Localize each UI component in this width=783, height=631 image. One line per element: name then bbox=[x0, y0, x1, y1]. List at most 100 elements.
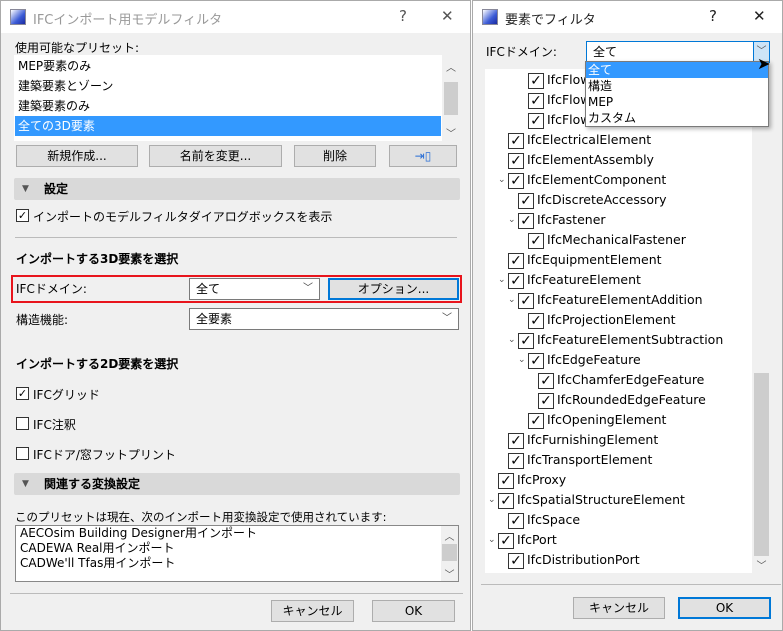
tree-item[interactable]: ✓ IfcDiscreteAccessory bbox=[518, 190, 667, 210]
tree-item[interactable]: ✓ IfcSpace bbox=[508, 510, 580, 530]
dropdown-option[interactable]: 全て bbox=[586, 62, 768, 78]
tree-item[interactable]: ⌄ ✓ IfcFeatureElement bbox=[498, 270, 641, 290]
tree-item[interactable]: ✓ IfcEquipmentElement bbox=[508, 250, 662, 270]
expand-chevron-icon[interactable]: ⌄ bbox=[508, 330, 516, 350]
tree-item[interactable]: ✓ IfcTransportElement bbox=[508, 450, 652, 470]
tree-checkbox[interactable]: ✓ bbox=[518, 212, 534, 229]
show-dialog-checkbox[interactable]: ✓ bbox=[16, 209, 29, 222]
tree-checkbox[interactable]: ✓ bbox=[508, 252, 524, 269]
structure-function-select[interactable]: 全要素 ﹀ bbox=[189, 308, 459, 330]
tree-checkbox[interactable]: ✓ bbox=[498, 492, 514, 509]
ok-button[interactable]: OK bbox=[372, 600, 455, 622]
tree-item[interactable]: ⌄ ✓ IfcPort bbox=[488, 530, 557, 550]
ifc-door-footprint-checkbox[interactable] bbox=[16, 447, 29, 460]
tree-item[interactable]: ⌄ ✓ IfcFastener bbox=[508, 210, 606, 230]
tree-item[interactable]: ✓ IfcOpeningElement bbox=[528, 410, 666, 430]
help-button[interactable]: ? bbox=[399, 7, 407, 25]
expand-chevron-icon[interactable]: ⌄ bbox=[498, 170, 506, 190]
tree-item[interactable]: ✓ IfcMechanicalFastener bbox=[528, 230, 686, 250]
expand-chevron-icon[interactable]: ⌄ bbox=[508, 290, 516, 310]
preset-item[interactable]: 建築要素のみ bbox=[15, 96, 441, 116]
tree-checkbox[interactable]: ✓ bbox=[528, 92, 544, 109]
tree-item[interactable]: ✓ IfcFlow bbox=[528, 110, 591, 130]
tree-checkbox[interactable]: ✓ bbox=[528, 312, 544, 329]
tree-item[interactable]: ⌄ ✓ IfcEdgeFeature bbox=[518, 350, 641, 370]
expand-chevron-icon[interactable]: ⌄ bbox=[488, 490, 496, 510]
tree-checkbox[interactable]: ✓ bbox=[508, 272, 524, 289]
tree-item[interactable]: ✓ IfcFlow bbox=[528, 90, 591, 110]
element-tree[interactable]: ✓ IfcDistributionPort ⌄ ✓ IfcPort ✓ IfcSpace ⌄ ✓… bbox=[485, 69, 771, 573]
scroll-down-icon[interactable]: ﹀ bbox=[442, 125, 460, 140]
scroll-down-icon[interactable]: ﹀ bbox=[441, 566, 458, 581]
ifc-grid-checkbox[interactable]: ✓ bbox=[16, 387, 29, 400]
tree-checkbox[interactable]: ✓ bbox=[538, 372, 554, 389]
preset-item-selected[interactable]: 全ての3D要素 bbox=[15, 116, 441, 136]
expand-chevron-icon[interactable]: ⌄ bbox=[508, 210, 516, 230]
ifc-domain-dropdown-list[interactable]: 全て 構造 MEP カスタム bbox=[585, 61, 769, 127]
cancel-button[interactable]: キャンセル bbox=[271, 600, 354, 622]
tree-checkbox[interactable]: ✓ bbox=[518, 192, 534, 209]
tree-checkbox[interactable]: ✓ bbox=[528, 112, 544, 129]
tree-item[interactable]: ⌄ ✓ IfcFeatureElementSubtraction bbox=[508, 330, 723, 350]
rename-preset-button[interactable]: 名前を変更... bbox=[149, 145, 282, 167]
tree-item[interactable]: ⌄ ✓ IfcSpatialStructureElement bbox=[488, 490, 685, 510]
scroll-thumb[interactable] bbox=[442, 544, 457, 561]
ifc-annotation-checkbox[interactable] bbox=[16, 417, 29, 430]
tree-checkbox[interactable]: ✓ bbox=[538, 392, 554, 409]
tree-checkbox[interactable]: ✓ bbox=[498, 532, 514, 549]
tree-checkbox[interactable]: ✓ bbox=[508, 432, 524, 449]
tree-checkbox[interactable]: ✓ bbox=[508, 132, 524, 149]
tree-checkbox[interactable]: ✓ bbox=[508, 452, 524, 469]
options-button[interactable]: オプション... bbox=[328, 278, 459, 300]
scroll-thumb[interactable] bbox=[754, 373, 769, 556]
scroll-up-icon[interactable]: ︿ bbox=[441, 528, 458, 543]
tree-checkbox[interactable]: ✓ bbox=[508, 552, 524, 569]
preset-item[interactable]: MEP要素のみ bbox=[15, 56, 441, 76]
cancel-button[interactable]: キャンセル bbox=[573, 597, 665, 619]
ifc-domain-select[interactable]: 全て ﹀ bbox=[586, 41, 770, 63]
related-section-header[interactable]: ▼ 関連する変換設定 bbox=[14, 473, 460, 495]
delete-preset-button[interactable]: 削除 bbox=[294, 145, 376, 167]
dropdown-option[interactable]: 構造 bbox=[586, 78, 768, 94]
tree-item[interactable]: ✓ IfcDistributionPort bbox=[508, 550, 640, 570]
related-scrollbar[interactable]: ︿ ﹀ bbox=[441, 526, 458, 581]
tree-item[interactable]: ✓ IfcProxy bbox=[498, 470, 566, 490]
related-list[interactable]: AECOsim Building Designer用インポート CADEWA R… bbox=[15, 525, 459, 582]
expand-chevron-icon[interactable]: ⌄ bbox=[518, 350, 526, 370]
scroll-thumb[interactable] bbox=[444, 82, 458, 115]
preset-item[interactable]: 建築要素とゾーン bbox=[15, 76, 441, 96]
import-preset-button[interactable]: ⇥▯ bbox=[389, 145, 457, 167]
presets-list[interactable]: MEP要素のみ 建築要素とゾーン 建築要素のみ 全ての3D要素 ︿ ﹀ bbox=[14, 55, 460, 141]
related-item[interactable]: CADWe'll Tfas用インポート bbox=[17, 556, 175, 571]
tree-checkbox[interactable]: ✓ bbox=[528, 232, 544, 249]
tree-item[interactable]: ⌄ ✓ IfcFeatureElementAddition bbox=[508, 290, 703, 310]
tree-checkbox[interactable]: ✓ bbox=[508, 172, 524, 189]
tree-item[interactable]: ✓ IfcFurnishingElement bbox=[508, 430, 658, 450]
presets-scrollbar[interactable]: ︿ ﹀ bbox=[442, 55, 460, 141]
related-item[interactable]: CADEWA Real用インポート bbox=[17, 541, 175, 556]
ok-button[interactable]: OK bbox=[678, 597, 771, 619]
tree-item[interactable]: ✓ IfcProjectionElement bbox=[528, 310, 676, 330]
tree-item[interactable]: ✓ IfcElectricalElement bbox=[508, 130, 651, 150]
tree-checkbox[interactable]: ✓ bbox=[498, 472, 514, 489]
tree-item[interactable]: ✓ IfcChamferEdgeFeature bbox=[538, 370, 704, 390]
tree-item[interactable]: ✓ IfcElementAssembly bbox=[508, 150, 654, 170]
tree-checkbox[interactable]: ✓ bbox=[528, 352, 544, 369]
related-item[interactable]: AECOsim Building Designer用インポート bbox=[17, 526, 257, 541]
tree-item[interactable]: ⌄ ✓ IfcElementComponent bbox=[498, 170, 666, 190]
tree-checkbox[interactable]: ✓ bbox=[508, 152, 524, 169]
tree-item[interactable]: ✓ IfcRoundedEdgeFeature bbox=[538, 390, 706, 410]
dropdown-option[interactable]: MEP bbox=[586, 94, 768, 110]
close-button[interactable]: ✕ bbox=[753, 7, 766, 25]
ifc-domain-select[interactable]: 全て ﹀ bbox=[189, 278, 320, 300]
tree-item[interactable]: ✓ IfcFlow bbox=[528, 70, 591, 90]
close-button[interactable]: ✕ bbox=[441, 7, 454, 25]
expand-chevron-icon[interactable]: ⌄ bbox=[488, 530, 496, 550]
tree-checkbox[interactable]: ✓ bbox=[518, 292, 534, 309]
scroll-up-icon[interactable]: ︿ bbox=[442, 59, 460, 74]
tree-scrollbar[interactable]: ﹀ bbox=[752, 69, 771, 573]
scroll-down-icon[interactable]: ﹀ bbox=[752, 557, 771, 572]
new-preset-button[interactable]: 新規作成... bbox=[16, 145, 138, 167]
help-button[interactable]: ? bbox=[709, 7, 717, 25]
tree-checkbox[interactable]: ✓ bbox=[508, 512, 524, 529]
